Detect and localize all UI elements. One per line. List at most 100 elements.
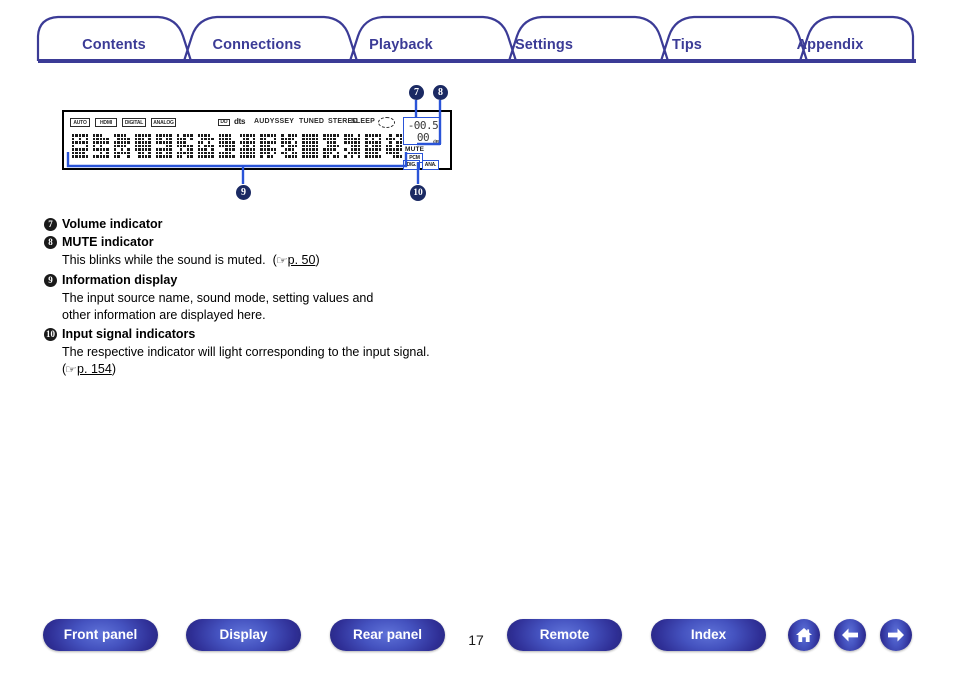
matrix-dot: [92, 155, 96, 158]
matrix-dot: [294, 155, 298, 158]
matrix-dot: [190, 148, 193, 151]
matrix-dot: [141, 148, 144, 151]
matrix-dot: [197, 155, 200, 158]
matrix-dot: [82, 134, 85, 137]
matrix-dot: [117, 151, 120, 155]
matrix-dot: [260, 141, 263, 144]
footer-button-remote[interactable]: Remote: [507, 619, 622, 651]
footer-forward-button[interactable]: [880, 619, 912, 651]
matrix-dot: [242, 151, 246, 155]
matrix-dot: [165, 155, 169, 158]
matrix-dot: [302, 151, 305, 155]
tab-tips[interactable]: Tips: [672, 37, 702, 53]
entry-heading: 10 Input signal indicators: [44, 326, 604, 343]
matrix-dot: [218, 148, 221, 151]
page-link-154[interactable]: p. 154: [77, 362, 112, 376]
matrix-dot: [246, 137, 249, 141]
matrix-dot: [239, 141, 242, 144]
matrix-dot: [148, 137, 151, 141]
matrix-dot: [263, 141, 267, 144]
mute-indicator: MUTE: [405, 146, 425, 153]
matrix-dot: [378, 134, 382, 137]
entry-input-signal-indicators: 10 Input signal indicators The respectiv…: [44, 326, 604, 380]
matrix-dot: [281, 148, 284, 151]
matrix-dot: [386, 141, 389, 144]
matrix-dot: [201, 144, 204, 148]
matrix-dot: [127, 148, 130, 151]
matrix-dot: [197, 134, 200, 137]
matrix-dot: [368, 155, 371, 158]
matrix-dot: [253, 151, 256, 155]
matrix-dot: [96, 148, 99, 151]
matrix-dot: [399, 155, 402, 158]
matrix-dot: [354, 144, 357, 148]
footer-button-display[interactable]: Display: [186, 619, 301, 651]
matrix-dot: [103, 144, 106, 148]
matrix-dot: [228, 137, 232, 141]
matrix-dot: [159, 141, 162, 144]
matrix-dot: [127, 141, 130, 144]
matrix-dot: [75, 148, 78, 151]
matrix-dot: [263, 148, 267, 151]
entry-title: Input signal indicators: [62, 326, 196, 341]
footer-home-button[interactable]: [788, 619, 820, 651]
matrix-dot: [396, 134, 399, 137]
matrix-dot: [323, 155, 326, 158]
matrix-dot: [312, 141, 315, 144]
matrix-character-cell: [302, 134, 319, 158]
information-display-matrix: [72, 134, 402, 158]
footer-button-index[interactable]: Index: [651, 619, 766, 651]
matrix-dot: [326, 148, 330, 151]
tab-settings[interactable]: Settings: [515, 37, 573, 53]
matrix-dot: [323, 141, 326, 144]
matrix-dot: [294, 144, 298, 148]
matrix-dot: [365, 137, 368, 141]
matrix-dot: [273, 148, 277, 151]
tab-connections[interactable]: Connections: [213, 37, 302, 53]
matrix-dot: [103, 151, 106, 155]
matrix-dot: [106, 148, 109, 151]
matrix-dot: [201, 141, 204, 144]
matrix-dot: [221, 144, 225, 148]
matrix-dot: [263, 151, 267, 155]
tab-contents[interactable]: Contents: [82, 37, 146, 53]
matrix-dot: [242, 148, 246, 151]
matrix-dot: [365, 151, 368, 155]
matrix-dot: [162, 141, 165, 144]
matrix-dot: [389, 151, 392, 155]
matrix-dot: [253, 148, 256, 151]
footer-button-rear-panel[interactable]: Rear panel: [330, 619, 445, 651]
matrix-dot: [211, 155, 214, 158]
matrix-dot: [99, 134, 103, 137]
matrix-dot: [392, 144, 396, 148]
matrix-dot: [82, 155, 85, 158]
matrix-dot: [232, 141, 235, 144]
matrix-dot: [204, 155, 207, 158]
matrix-dot: [294, 148, 298, 151]
footer-button-front-panel[interactable]: Front panel: [43, 619, 158, 651]
matrix-dot: [312, 151, 315, 155]
matrix-dot: [225, 148, 228, 151]
matrix-dot: [155, 144, 159, 148]
matrix-dot: [305, 134, 309, 137]
matrix-dot: [232, 151, 235, 155]
matrix-dot: [323, 148, 326, 151]
tab-bar-outline: [36, 15, 915, 62]
matrix-dot: [218, 137, 221, 141]
matrix-dot: [284, 155, 288, 158]
page-link-50[interactable]: p. 50: [288, 253, 316, 267]
callout-8: 8: [433, 85, 448, 100]
entry-bullet-9: 9: [44, 273, 57, 287]
matrix-dot: [169, 151, 172, 155]
matrix-dot: [207, 137, 211, 141]
matrix-dot: [176, 144, 180, 148]
footer-back-button[interactable]: [834, 619, 866, 651]
matrix-dot: [113, 134, 117, 137]
matrix-dot: [312, 137, 315, 141]
tab-playback[interactable]: Playback: [369, 37, 433, 53]
tab-appendix[interactable]: Appendix: [797, 37, 864, 53]
matrix-dot: [186, 144, 190, 148]
matrix-dot: [207, 141, 211, 144]
matrix-dot: [141, 155, 144, 158]
matrix-dot: [197, 151, 200, 155]
